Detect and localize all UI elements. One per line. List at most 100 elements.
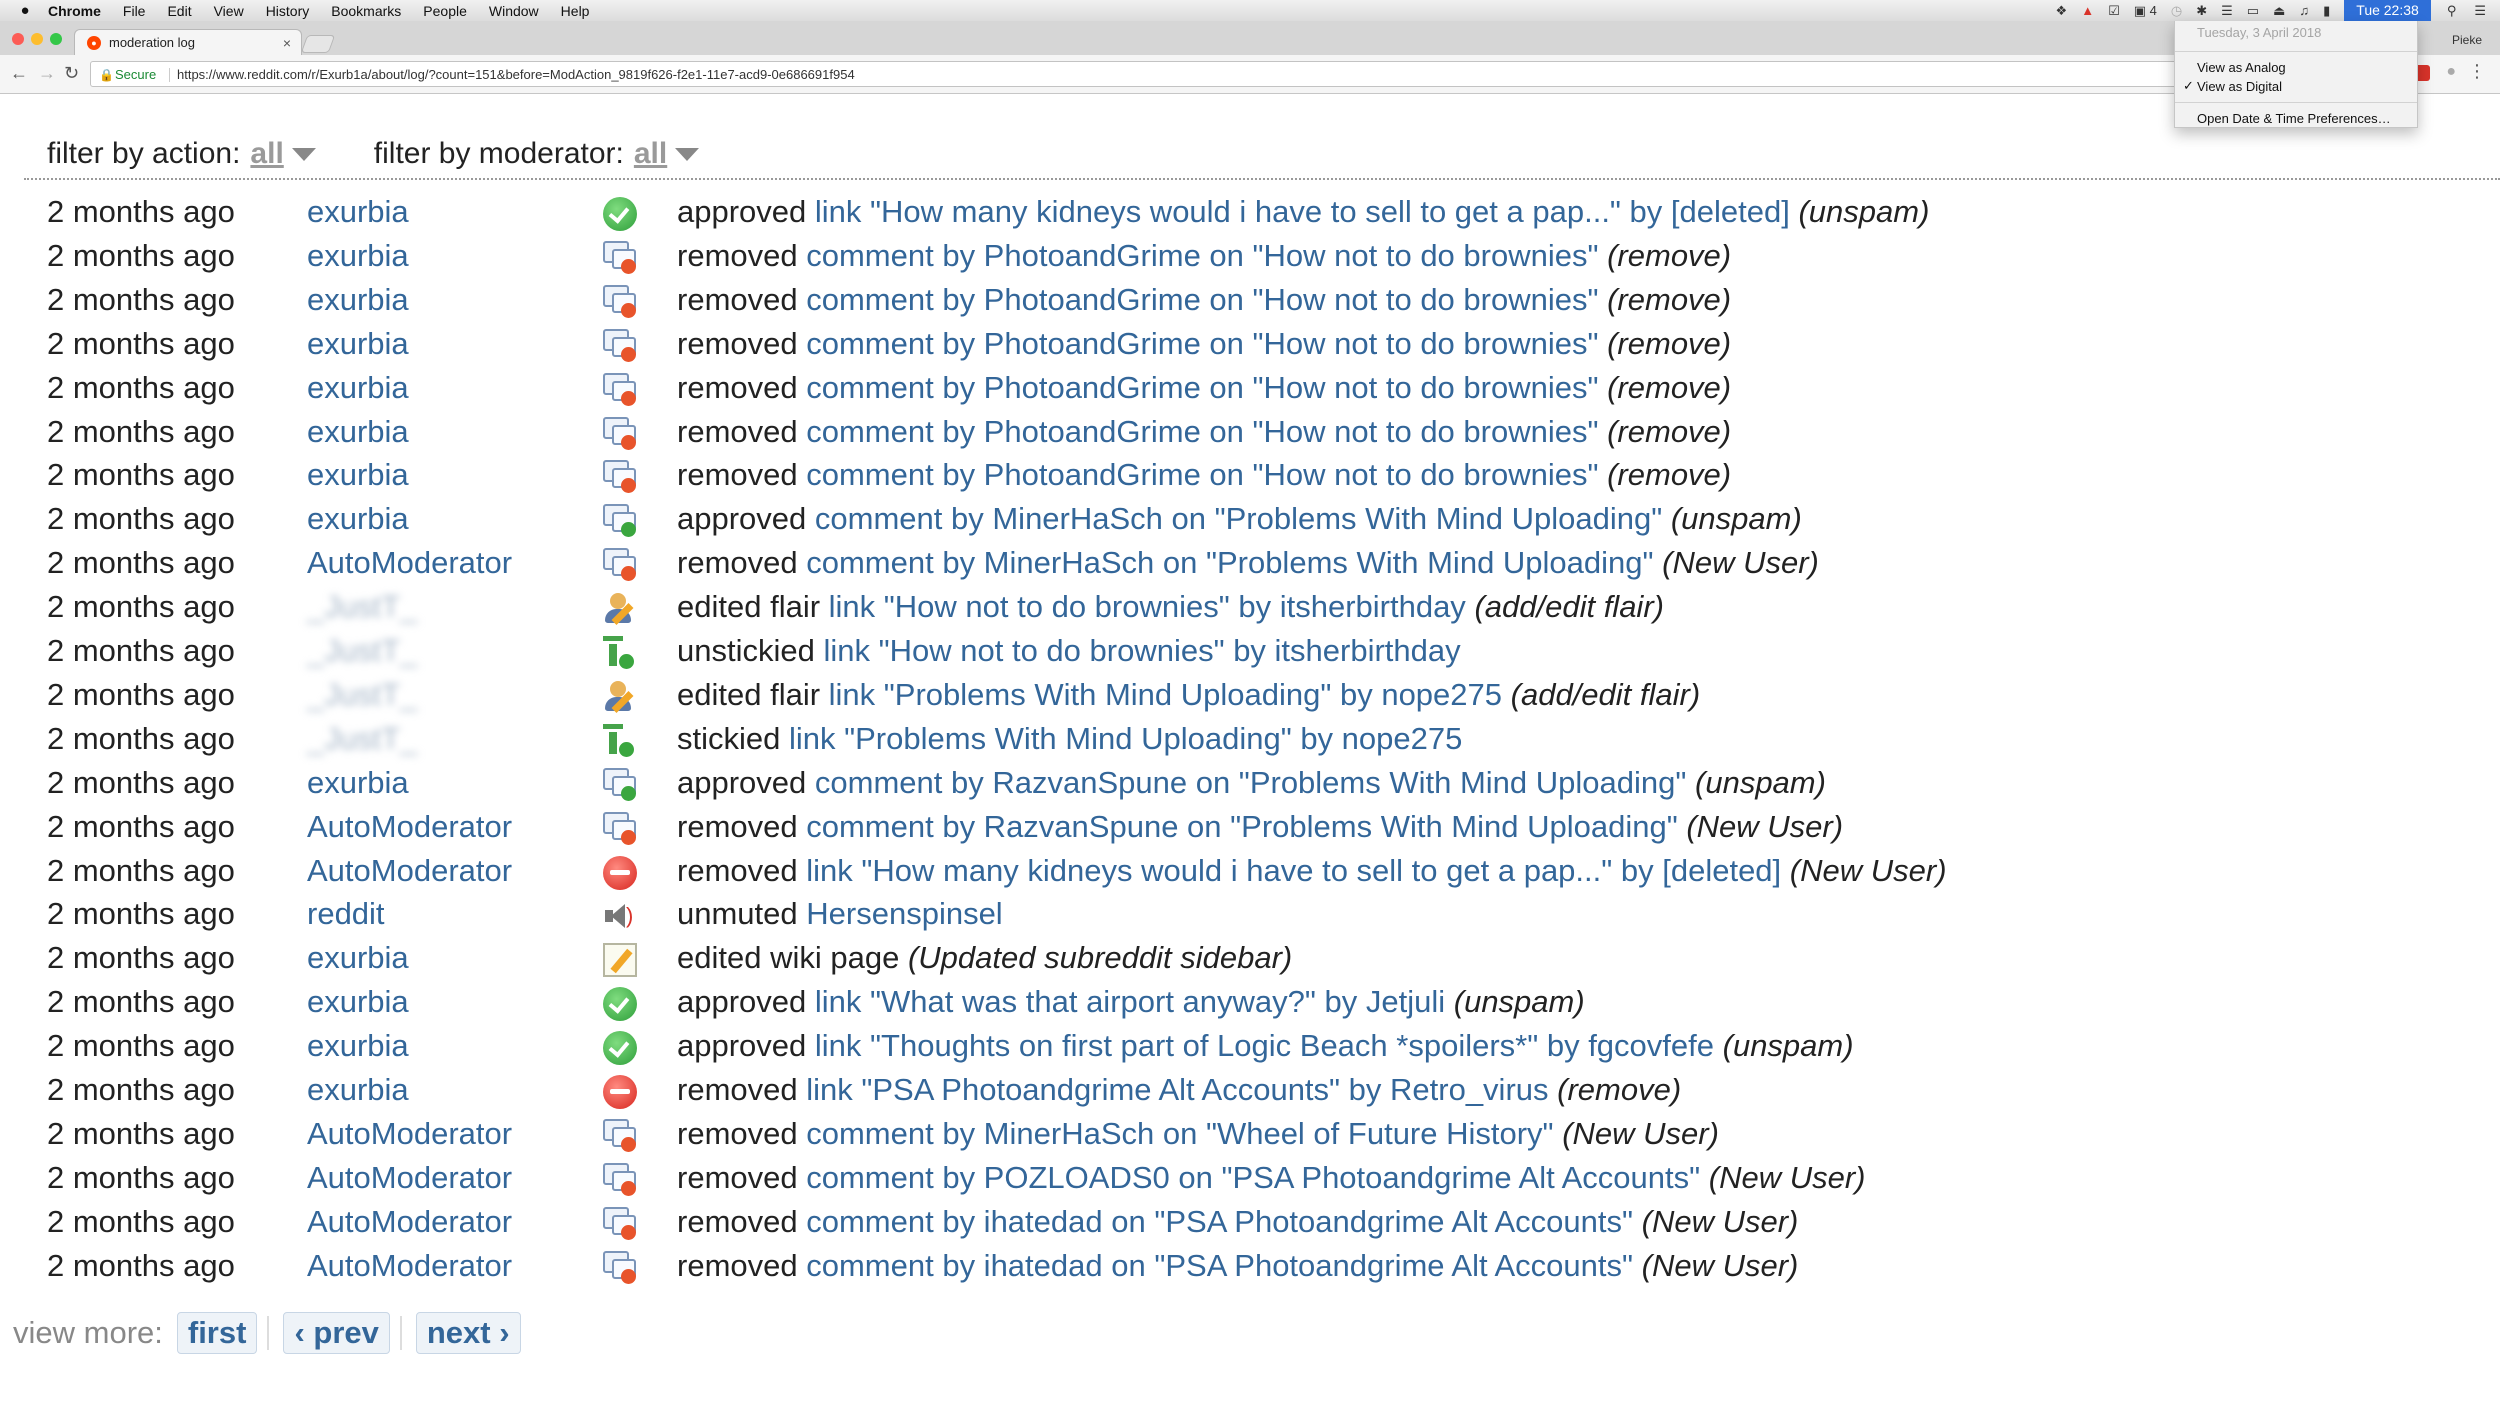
reload-icon[interactable]: ↻ [64, 63, 79, 84]
menu-window[interactable]: Window [489, 3, 539, 19]
chrome-menu-icon[interactable]: ⋮ [2468, 61, 2486, 82]
menu-chrome[interactable]: Chrome [48, 3, 101, 19]
log-target-link[interactable]: comment by PhotoandGrime on "How not to … [806, 457, 1598, 492]
log-moderator-link[interactable]: reddit [307, 896, 385, 932]
prev-page-button[interactable]: ‹ prev [283, 1312, 390, 1354]
log-moderator-link[interactable]: exurbia [307, 238, 409, 274]
log-moderator-link[interactable]: AutoModerator [307, 1204, 512, 1240]
menu-people[interactable]: People [423, 3, 467, 19]
log-moderator-link[interactable]: exurbia [307, 501, 409, 537]
eject-icon[interactable]: ⏏ [2273, 3, 2285, 19]
acrobat-icon[interactable]: ▲ [2081, 3, 2094, 18]
log-moderator-link[interactable]: exurbia [307, 940, 409, 976]
spotlight-search-icon[interactable]: ⚲ [2447, 3, 2457, 19]
log-moderator-link[interactable]: exurbia [307, 984, 409, 1020]
profile-name[interactable]: Pieke [2452, 33, 2482, 47]
log-moderator-link[interactable]: _JustT_ [307, 677, 417, 713]
wifi-icon[interactable]: ☰ [2221, 3, 2233, 19]
volume-icon[interactable]: ♫ [2299, 3, 2309, 18]
check-icon[interactable]: ☑ [2108, 3, 2120, 19]
log-moderator-link[interactable]: exurbia [307, 370, 409, 406]
log-target-link[interactable]: link "PSA Photoandgrime Alt Accounts" by… [806, 1072, 1548, 1107]
log-target-link[interactable]: link "Problems With Mind Uploading" by n… [829, 677, 1502, 712]
menu-edit[interactable]: Edit [167, 3, 191, 19]
log-target-link[interactable]: comment by ihatedad on "PSA Photoandgrim… [806, 1248, 1633, 1283]
log-moderator-link[interactable]: exurbia [307, 194, 409, 230]
log-target-link[interactable]: comment by PhotoandGrime on "How not to … [806, 282, 1598, 317]
notification-badge[interactable]: ▣ 4 [2134, 3, 2157, 19]
dropbox-icon[interactable]: ❖ [2056, 3, 2068, 19]
log-target-link[interactable]: link "Thoughts on first part of Logic Be… [815, 1028, 1714, 1063]
log-target-link[interactable]: comment by MinerHaSch on "Problems With … [806, 545, 1653, 580]
log-moderator-link[interactable]: AutoModerator [307, 1116, 512, 1152]
menu-option-date-time-preferences[interactable]: Open Date & Time Preferences… [2175, 109, 2417, 128]
tab-close-icon[interactable]: × [283, 30, 291, 56]
log-moderator-link[interactable]: AutoModerator [307, 1248, 512, 1284]
menu-bookmarks[interactable]: Bookmarks [331, 3, 401, 19]
log-target-link[interactable]: link "What was that airport anyway?" by … [815, 984, 1445, 1019]
log-moderator-link[interactable]: _JustT_ [307, 633, 417, 669]
log-target-link[interactable]: link "Problems With Mind Uploading" by n… [789, 721, 1462, 756]
extension-puzzle-icon[interactable]: ● [2446, 63, 2456, 81]
log-moderator-link[interactable]: exurbia [307, 282, 409, 318]
menu-history[interactable]: History [266, 3, 310, 19]
chevron-down-icon[interactable] [675, 147, 700, 161]
log-moderator-link[interactable]: AutoModerator [307, 545, 512, 581]
chevron-down-icon[interactable] [291, 147, 316, 161]
menu-option-view-analog[interactable]: View as Analog [2175, 58, 2417, 77]
log-moderator-link[interactable]: AutoModerator [307, 853, 512, 889]
display-icon[interactable]: ▭ [2247, 3, 2259, 19]
log-moderator-link[interactable]: exurbia [307, 765, 409, 801]
apple-menu-icon[interactable]: ● [16, 2, 34, 19]
notification-center-icon[interactable]: ☰ [2474, 3, 2486, 19]
battery-icon[interactable]: ▮ [2323, 3, 2330, 19]
log-target-link[interactable]: comment by MinerHaSch on "Problems With … [815, 501, 1662, 536]
next-page-button[interactable]: next › [415, 1312, 521, 1354]
tab-moderation-log[interactable]: ● moderation log × [74, 29, 302, 55]
log-target-link[interactable]: comment by RazvanSpune on "Problems With… [815, 765, 1686, 800]
menu-view[interactable]: View [214, 3, 244, 19]
filter-moderator-dropdown[interactable]: all [634, 137, 667, 171]
log-target-link[interactable]: comment by PhotoandGrime on "How not to … [806, 414, 1598, 449]
log-target-link[interactable]: link "How many kidneys would i have to s… [806, 853, 1781, 888]
log-target-link[interactable]: Hersenspinsel [806, 896, 1002, 931]
log-target-link[interactable]: comment by PhotoandGrime on "How not to … [806, 238, 1598, 273]
address-bar[interactable]: 🔒 Secure https://www.reddit.com/r/Exurb1… [90, 61, 2400, 87]
log-target-link[interactable]: comment by MinerHaSch on "Wheel of Futur… [806, 1116, 1553, 1151]
log-target-link[interactable]: comment by PhotoandGrime on "How not to … [806, 326, 1598, 361]
log-moderator-link[interactable]: exurbia [307, 457, 409, 493]
log-target-link[interactable]: comment by POZLOADS0 on "PSA Photoandgri… [806, 1160, 1700, 1195]
log-target-link[interactable]: comment by RazvanSpune on "Problems With… [806, 809, 1677, 844]
log-moderator-link[interactable]: exurbia [307, 414, 409, 450]
log-moderator-link[interactable]: exurbia [307, 326, 409, 362]
log-target-link[interactable]: link "How not to do brownies" by itsherb… [823, 633, 1460, 668]
log-time: 2 months ago [47, 896, 235, 932]
back-arrow-icon[interactable]: ← [10, 63, 28, 84]
log-target-link[interactable]: comment by ihatedad on "PSA Photoandgrim… [806, 1204, 1633, 1239]
menu-file[interactable]: File [123, 3, 146, 19]
log-moderator-link[interactable]: _JustT_ [307, 721, 417, 757]
log-moderator-link[interactable]: exurbia [307, 1028, 409, 1064]
log-time: 2 months ago [47, 237, 235, 273]
filter-action-dropdown[interactable]: all [250, 137, 283, 171]
log-description: approved comment by RazvanSpune on "Prob… [677, 765, 1826, 801]
menu-help[interactable]: Help [561, 3, 590, 19]
bluetooth-icon[interactable]: ✱ [2196, 3, 2207, 19]
log-moderator-link[interactable]: AutoModerator [307, 1160, 512, 1196]
log-moderator-link[interactable]: AutoModerator [307, 809, 512, 845]
approve-check-icon [603, 1031, 637, 1066]
forward-arrow-icon[interactable]: → [38, 63, 56, 84]
first-page-button[interactable]: first [176, 1312, 258, 1354]
time-machine-icon[interactable]: ◷ [2171, 3, 2182, 19]
window-minimize-button[interactable] [31, 33, 43, 45]
new-tab-button[interactable] [300, 35, 336, 53]
window-close-button[interactable] [12, 33, 24, 45]
log-target-link[interactable]: link "How many kidneys would i have to s… [815, 194, 1790, 229]
log-target-link[interactable]: comment by PhotoandGrime on "How not to … [806, 370, 1598, 405]
log-moderator-link[interactable]: _JustT_ [307, 589, 417, 625]
menu-bar-clock[interactable]: Tue 22:38 [2344, 0, 2431, 21]
window-fullscreen-button[interactable] [50, 33, 62, 45]
log-time: 2 months ago [47, 984, 235, 1020]
log-target-link[interactable]: link "How not to do brownies" by itsherb… [829, 589, 1466, 624]
log-moderator-link[interactable]: exurbia [307, 1072, 409, 1108]
